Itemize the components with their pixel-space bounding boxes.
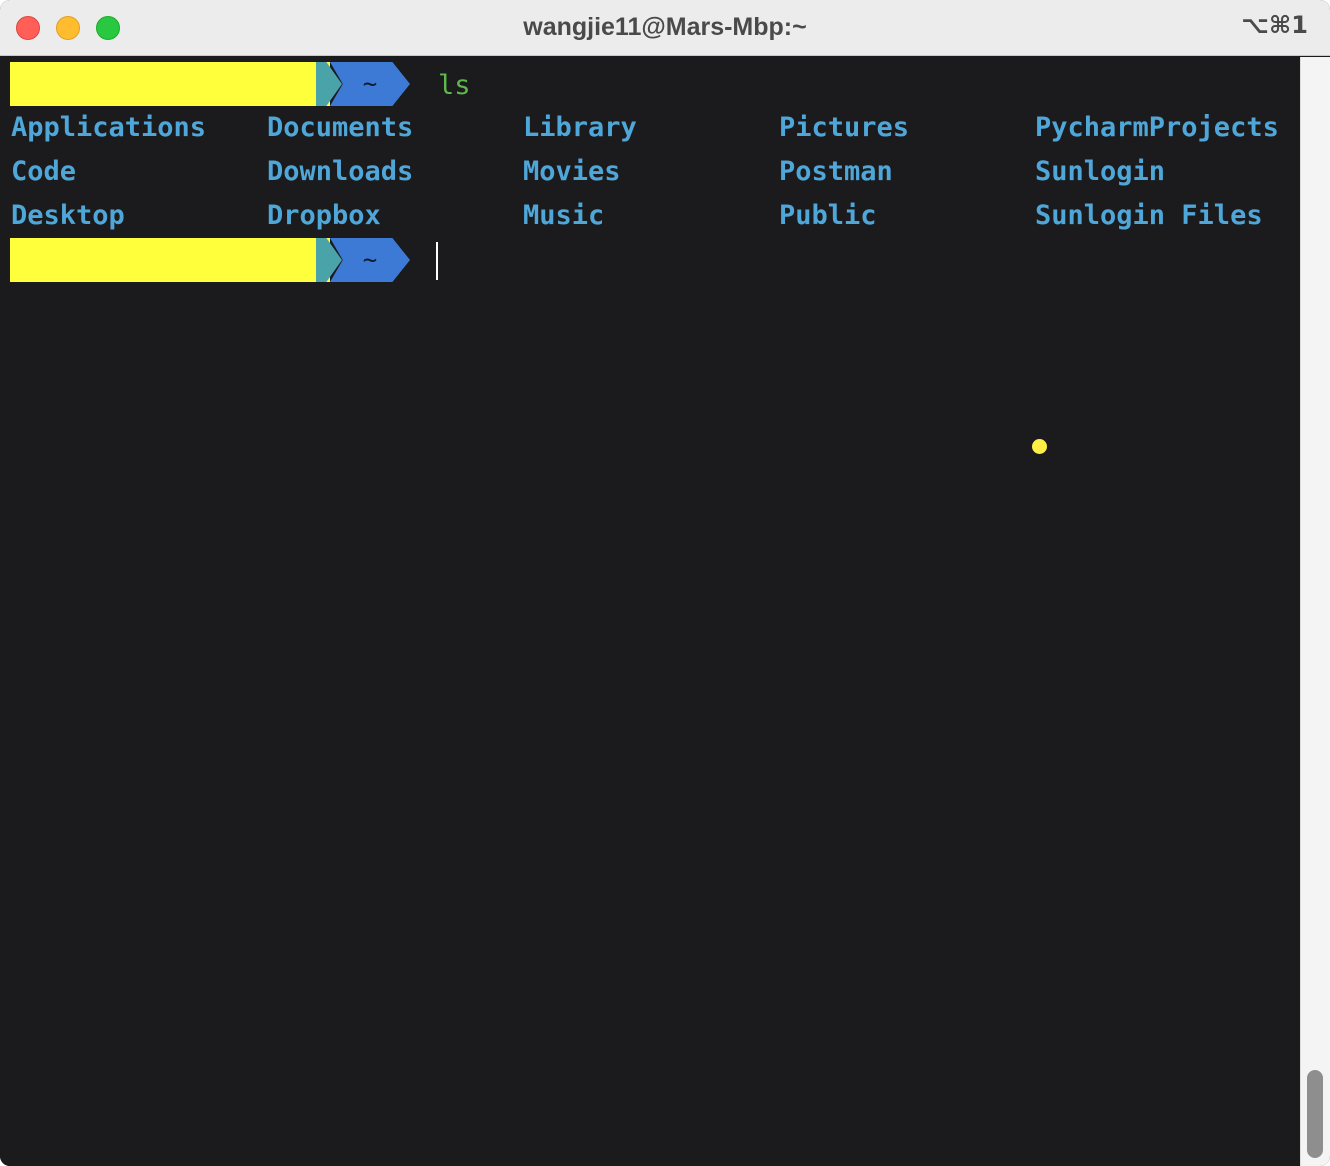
terminal-content[interactable]: ~ ls Applications Code Desktop Documents… xyxy=(0,57,1300,1166)
text-cursor[interactable] xyxy=(436,242,438,280)
listing-entry: Postman xyxy=(779,156,893,187)
terminal-window: wangjie11@Mars-Mbp:~ ⌥⌘1 ~ ls Applicatio… xyxy=(0,0,1330,1166)
listing-entry: Code xyxy=(11,156,77,187)
listing-entry: Desktop xyxy=(11,200,125,231)
listing-entry: Library xyxy=(523,112,637,143)
listing-entry: PycharmProjects xyxy=(1035,112,1279,143)
window-title: wangjie11@Mars-Mbp:~ xyxy=(523,13,807,41)
listing-entry: Movies xyxy=(523,156,621,187)
scrollbar-thumb[interactable] xyxy=(1307,1070,1323,1158)
title-bar[interactable]: wangjie11@Mars-Mbp:~ ⌥⌘1 xyxy=(0,0,1330,56)
command-text: ls xyxy=(438,70,471,101)
listing-entry: Public xyxy=(779,200,877,231)
pointer-highlight-dot xyxy=(1032,439,1047,454)
listing-entry: Documents xyxy=(267,112,414,143)
prompt-directory-label: ~ xyxy=(362,70,378,98)
listing-entry: Dropbox xyxy=(267,200,381,231)
listing-entry: Sunlogin xyxy=(1035,156,1166,187)
redacted-user-segment xyxy=(10,62,330,106)
window-shortcut: ⌥⌘1 xyxy=(1241,11,1308,39)
redacted-user-segment xyxy=(10,238,330,282)
listing-entry: Pictures xyxy=(779,112,910,143)
prompt-directory-label: ~ xyxy=(362,246,378,274)
listing-entry: Downloads xyxy=(267,156,414,187)
scrollbar-track[interactable] xyxy=(1300,57,1330,1166)
listing-entry: Sunlogin Files xyxy=(1035,200,1263,231)
listing-entry: Applications xyxy=(11,112,207,143)
listing-entry: Music xyxy=(523,200,605,231)
